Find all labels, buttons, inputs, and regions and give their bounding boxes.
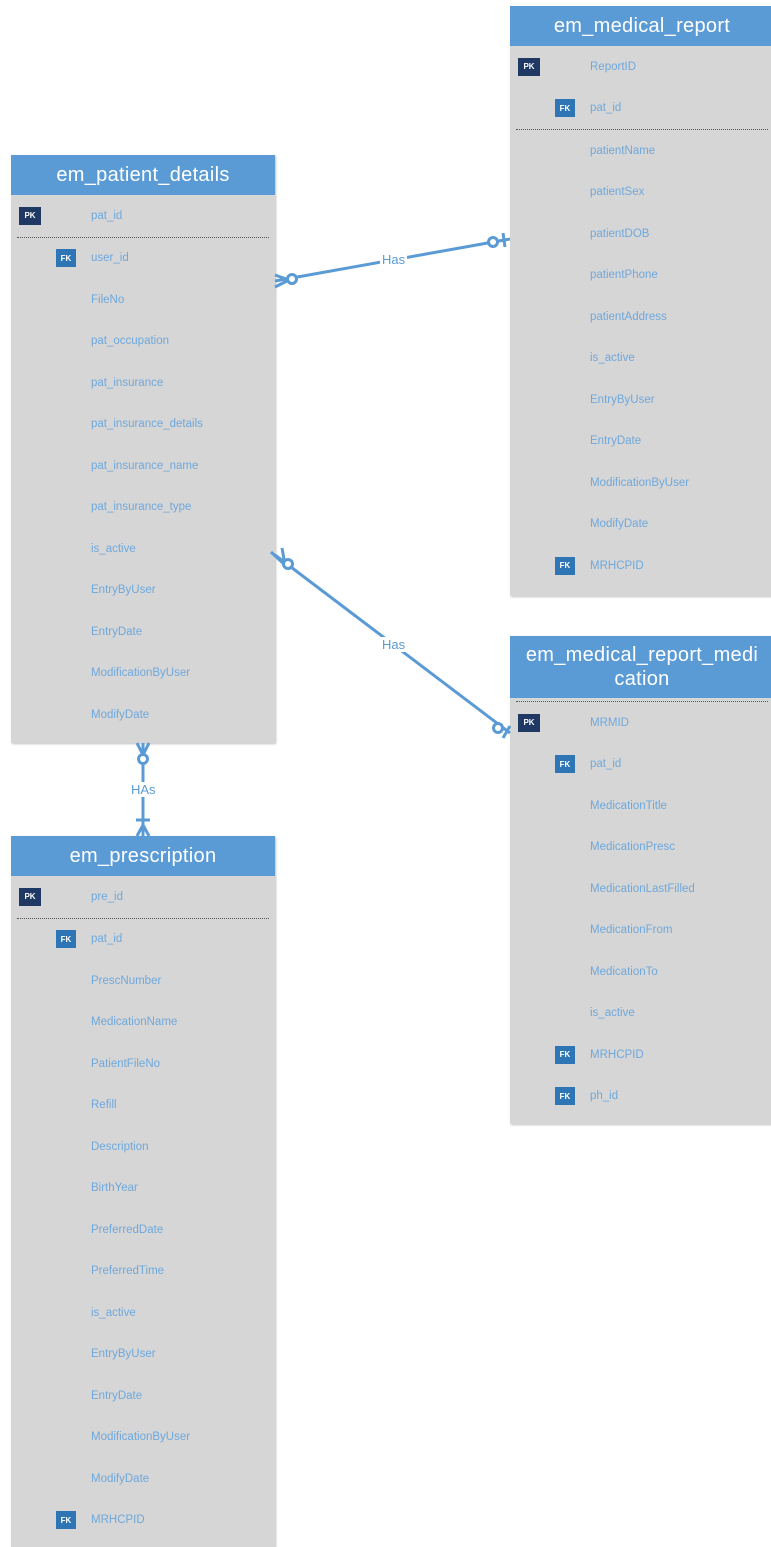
relationship-label: HAs (129, 782, 158, 797)
relationship-label: Has (380, 637, 408, 652)
zero-one-icon (492, 722, 512, 739)
relationship-label: Has (380, 252, 408, 267)
relationship-lines (135, 232, 512, 837)
zero-one-icon (487, 232, 507, 248)
